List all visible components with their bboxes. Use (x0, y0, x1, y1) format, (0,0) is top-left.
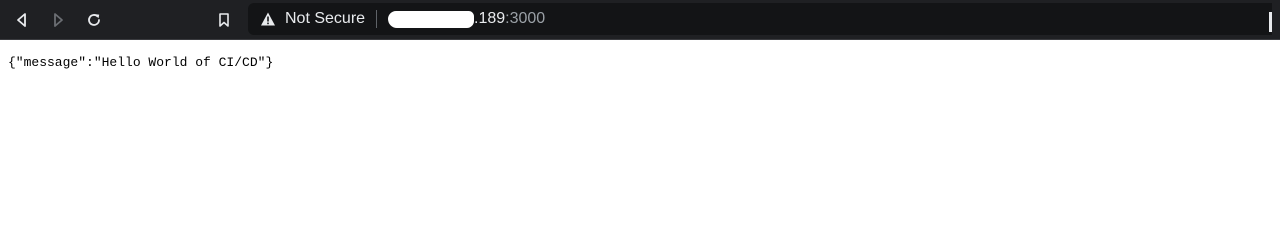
forward-arrow-icon[interactable] (46, 8, 70, 32)
omnibox-edge (1269, 12, 1272, 32)
url-host-suffix: .189 (474, 10, 506, 27)
reload-icon[interactable] (82, 8, 106, 32)
redacted-host (388, 10, 474, 28)
address-bar[interactable]: Not Secure .189 :3000 (248, 3, 1272, 35)
url-port: :3000 (505, 10, 546, 27)
address-divider (376, 10, 377, 28)
warning-triangle-icon (261, 12, 275, 26)
json-response: {"message":"Hello World of CI/CD"} (8, 55, 274, 70)
browser-toolbar: Not Secure .189 :3000 (0, 0, 1280, 40)
bookmark-icon[interactable] (212, 8, 236, 32)
page-content: {"message":"Hello World of CI/CD"} (0, 41, 1280, 243)
url-text[interactable]: .189 :3000 (388, 3, 545, 35)
security-indicator[interactable]: Not Secure (260, 3, 365, 35)
back-arrow-icon[interactable] (10, 8, 34, 32)
security-label: Not Secure (285, 10, 366, 27)
